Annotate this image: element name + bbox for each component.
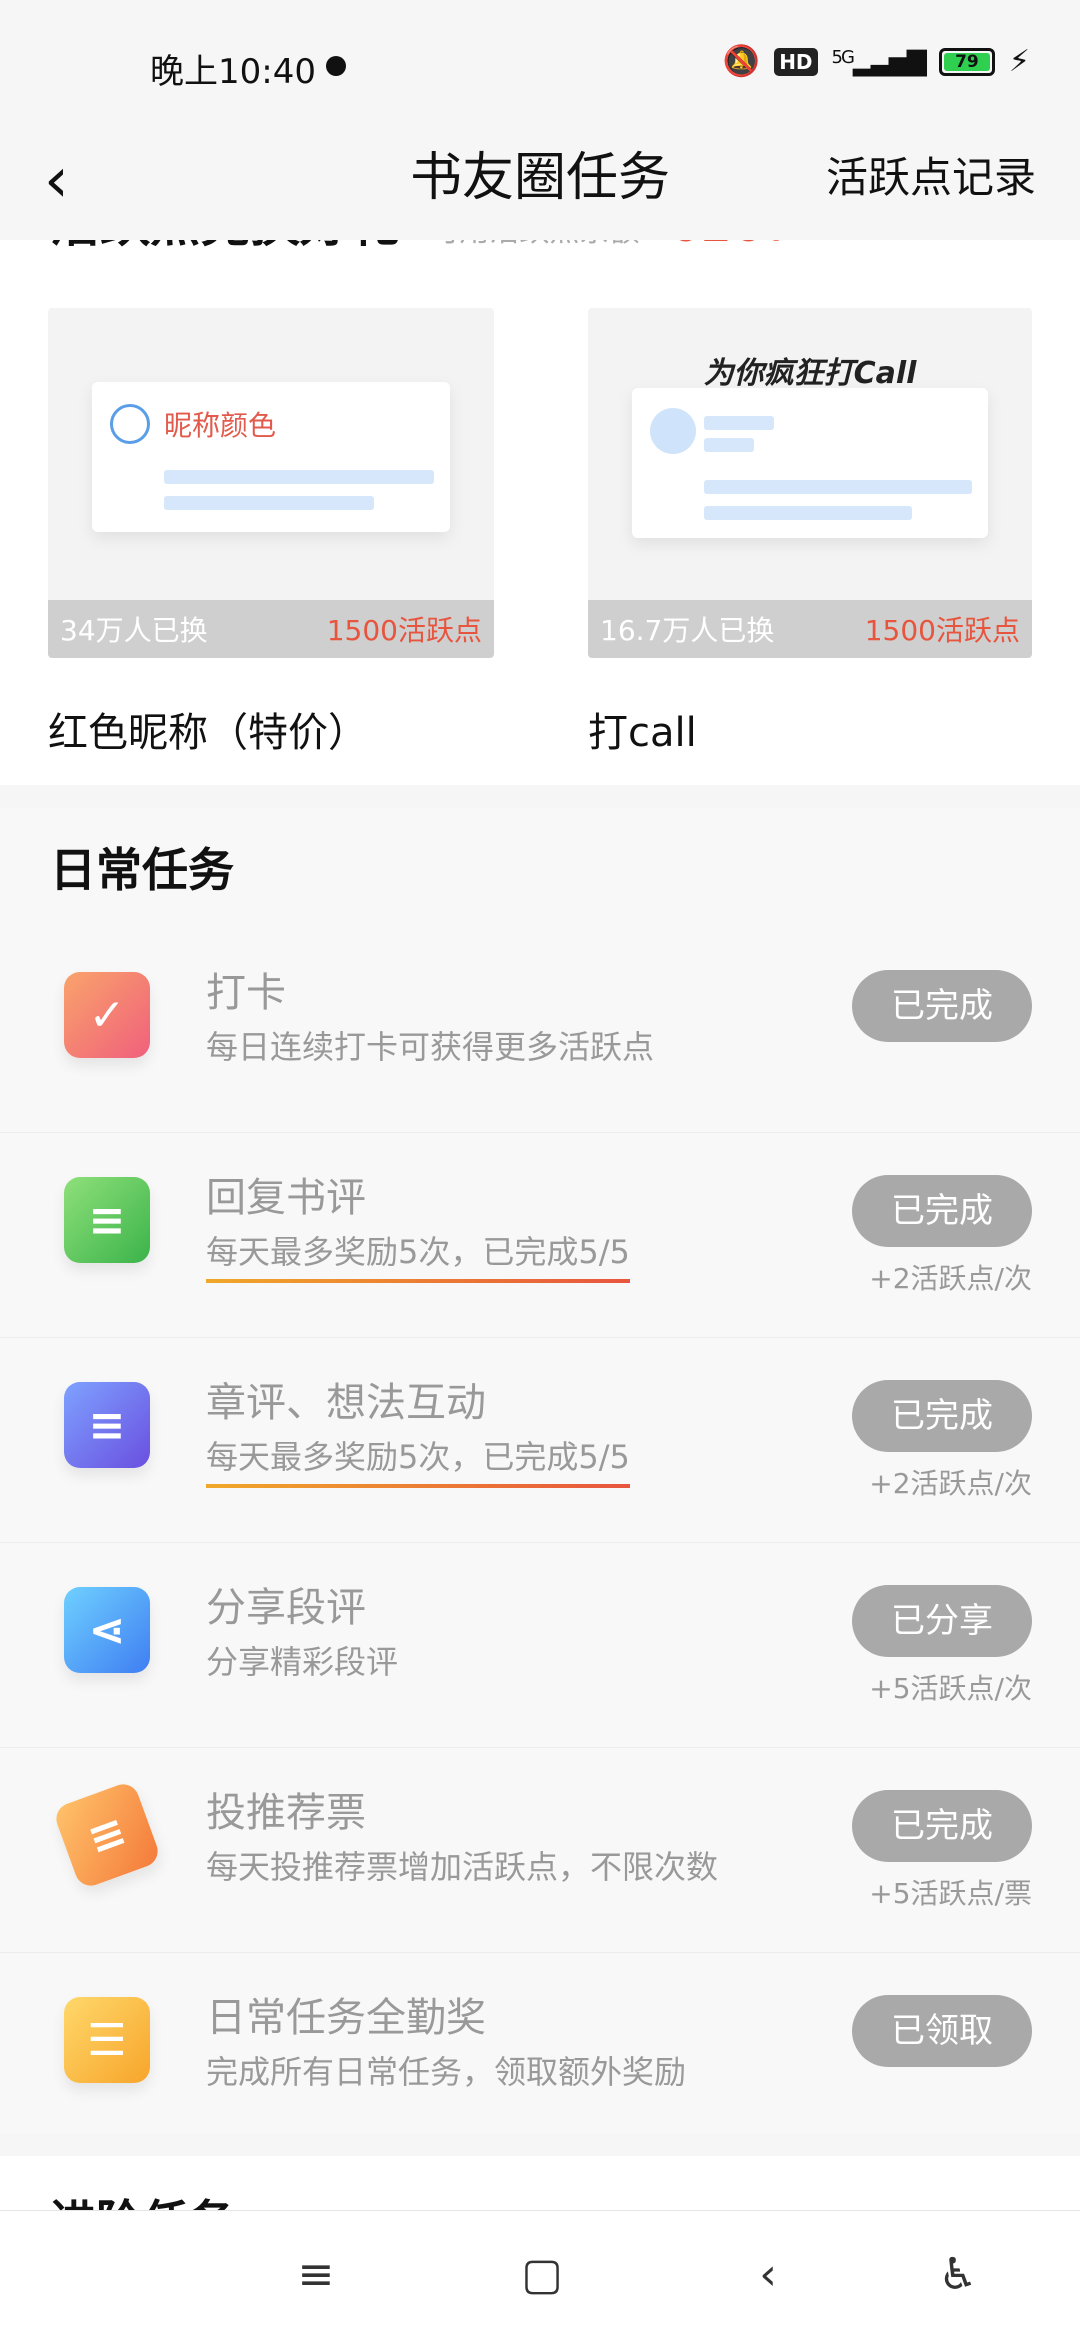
share-icon: ⋖ xyxy=(64,1587,150,1673)
task-row-recommend-ticket: ≡ 投推荐票 每天投推荐票增加活跃点，不限次数 已完成 +5活跃点/票 xyxy=(0,1748,1080,1953)
task-row-chapter-interaction: ≡ 章评、想法互动 每天最多奖励5次，已完成5/5 已完成 +2活跃点/次 xyxy=(0,1338,1080,1543)
task-title: 分享段评 xyxy=(206,1585,366,1631)
task-title: 投推荐票 xyxy=(206,1790,366,1836)
task-title: 回复书评 xyxy=(206,1175,366,1221)
placeholder-line xyxy=(704,480,972,494)
calendar-check-icon: ✓ xyxy=(64,972,150,1058)
task-row-share-review: ⋖ 分享段评 分享精彩段评 已分享 +5活跃点/次 xyxy=(0,1543,1080,1748)
system-nav-bar: ≡ ▢ ‹ ♿ xyxy=(0,2210,1080,2340)
task-status-button[interactable]: 已完成 xyxy=(852,970,1032,1042)
placeholder-line xyxy=(164,470,434,484)
reward-thumbnail: 为你疯狂打Call 16.7万人已换 1500活跃点 xyxy=(588,308,1032,658)
daily-tasks-section: 日常任务 ✓ 打卡 每日连续打卡可获得更多活跃点 已完成 ≡ 回复书评 每天最多… xyxy=(0,808,1080,2133)
reward-name: 红色昵称（特价） xyxy=(48,710,368,756)
task-title: 日常任务全勤奖 xyxy=(206,1995,486,2041)
avatar-placeholder xyxy=(650,408,696,454)
back-chevron-icon[interactable]: ‹ xyxy=(738,2249,798,2300)
hd-badge: HD xyxy=(774,47,818,76)
placeholder-line xyxy=(704,438,754,452)
notes-icon: ≡ xyxy=(64,1382,150,1468)
task-desc: 分享精彩段评 xyxy=(206,1643,399,1681)
nickname-color-label: 昵称颜色 xyxy=(164,409,277,442)
reward-card-red-nickname[interactable]: 昵称颜色 34万人已换 1500活跃点 红色昵称（特价） xyxy=(48,308,494,758)
charging-icon: ⚡ xyxy=(1008,44,1030,79)
header: ‹ 书友圈任务 活跃点记录 xyxy=(0,120,1080,240)
task-desc: 每日连续打卡可获得更多活跃点 xyxy=(206,1028,655,1066)
notification-dot-icon xyxy=(326,56,346,76)
signal-icon: 5G▂▃▅▇ xyxy=(831,46,927,77)
task-row-checkin: ✓ 打卡 每日连续打卡可获得更多活跃点 已完成 xyxy=(0,928,1080,1133)
rewards-subheading: 可用活跃点余额 xyxy=(429,240,639,249)
list-icon: ☰ xyxy=(64,1997,150,2083)
task-reward: +5活跃点/次 xyxy=(869,1672,1032,1705)
ticket-icon: ≡ xyxy=(51,1779,163,1891)
exchange-count: 34万人已换 xyxy=(60,614,208,647)
task-status-button[interactable]: 已分享 xyxy=(852,1585,1032,1657)
task-desc: 完成所有日常任务，领取额外奖励 xyxy=(206,2053,687,2091)
task-row-reply-review: ≡ 回复书评 每天最多奖励5次，已完成5/5 已完成 +2活跃点/次 xyxy=(0,1133,1080,1338)
task-status-button[interactable]: 已完成 xyxy=(852,1380,1032,1452)
accessibility-icon[interactable]: ♿ xyxy=(928,2249,988,2300)
reward-name: 打call xyxy=(588,710,697,756)
reward-stats: 34万人已换 1500活跃点 xyxy=(48,600,494,658)
menu-icon[interactable]: ≡ xyxy=(286,2249,346,2300)
rewards-heading-text: 活跃点兑换好礼 xyxy=(50,240,400,253)
battery-level: 79 xyxy=(943,52,990,71)
points-balance: 6207 xyxy=(669,240,796,253)
task-desc: 每天投推荐票增加活跃点，不限次数 xyxy=(206,1848,719,1886)
task-title: 章评、想法互动 xyxy=(206,1380,486,1426)
battery-icon: 79 xyxy=(938,47,995,76)
task-status-button[interactable]: 已完成 xyxy=(852,1790,1032,1862)
reward-price: 1500活跃点 xyxy=(326,614,482,647)
reward-thumbnail: 昵称颜色 34万人已换 1500活跃点 xyxy=(48,308,494,658)
task-row-attendance-bonus: ☰ 日常任务全勤奖 完成所有日常任务，领取额外奖励 已领取 xyxy=(0,1953,1080,2158)
activity-record-link[interactable]: 活跃点记录 xyxy=(826,148,1036,208)
call-banner: 为你疯狂打Call xyxy=(703,356,917,391)
status-icons: 🔕 HD 5G▂▃▅▇ 79 ⚡ xyxy=(723,44,1030,79)
nickname-preview-card: 昵称颜色 xyxy=(92,382,450,532)
chat-bubble-icon: ≡ xyxy=(64,1177,150,1263)
home-square-icon[interactable]: ▢ xyxy=(512,2249,572,2300)
advanced-tasks-section: 进阶任务 xyxy=(0,2156,1080,2216)
task-status-button[interactable]: 已完成 xyxy=(852,1175,1032,1247)
rewards-heading: 活跃点兑换好礼 可用活跃点余额 6207 xyxy=(50,240,796,256)
call-preview-card xyxy=(632,388,988,538)
task-reward: +2活跃点/次 xyxy=(869,1262,1032,1295)
task-status-button[interactable]: 已领取 xyxy=(852,1995,1032,2067)
task-reward: +2活跃点/次 xyxy=(869,1467,1032,1500)
placeholder-line xyxy=(704,416,774,430)
user-icon xyxy=(110,404,150,444)
task-reward: +5活跃点/票 xyxy=(869,1877,1032,1910)
placeholder-line xyxy=(164,496,374,510)
task-desc: 每天最多奖励5次，已完成5/5 xyxy=(206,1432,630,1488)
task-desc: 每天最多奖励5次，已完成5/5 xyxy=(206,1227,630,1283)
placeholder-line xyxy=(704,506,912,520)
status-time: 晚上10:40 xyxy=(150,52,316,92)
reward-stats: 16.7万人已换 1500活跃点 xyxy=(588,600,1032,658)
rewards-section: 活跃点兑换好礼 可用活跃点余额 6207 昵称颜色 34万人已换 1500活跃点… xyxy=(0,240,1080,785)
reward-price: 1500活跃点 xyxy=(864,614,1020,647)
task-title: 打卡 xyxy=(206,970,286,1016)
status-bar: 晚上10:40 🔕 HD 5G▂▃▅▇ 79 ⚡ xyxy=(0,0,1080,120)
mute-bell-icon: 🔕 xyxy=(722,44,761,79)
exchange-count: 16.7万人已换 xyxy=(600,614,775,647)
task-list: ✓ 打卡 每日连续打卡可获得更多活跃点 已完成 ≡ 回复书评 每天最多奖励5次，… xyxy=(0,928,1080,2158)
daily-tasks-title: 日常任务 xyxy=(50,843,234,897)
network-label: 5G xyxy=(831,46,855,68)
reward-card-dacall[interactable]: 为你疯狂打Call 16.7万人已换 1500活跃点 打call xyxy=(588,308,1032,758)
